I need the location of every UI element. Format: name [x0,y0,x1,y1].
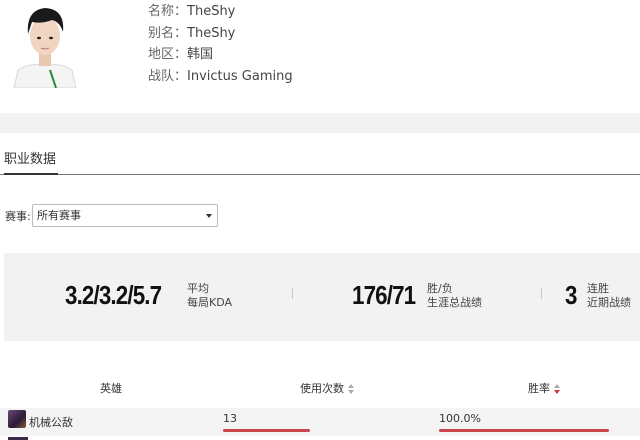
event-filter-label: 赛事: [5,210,31,223]
record-caption-2: 生涯总战绩 [427,296,482,309]
kda-caption-2: 每局KDA [187,296,233,309]
streak-caption-2: 近期战绩 [587,296,631,309]
kda-value: 3.2/3.2/5.7 [65,280,162,310]
profile-team-row: 战队：Invictus Gaming [148,68,293,90]
profile-name-row: 名称：TheShy [148,3,293,25]
profile-info: 名称：TheShy 别名：TheShy 地区：韩国 战队：Invictus Ga… [148,3,293,89]
profile-alias-row: 别名：TheShy [148,25,293,47]
streak-value: 3 [565,280,577,310]
uses-count: 13 [223,412,237,425]
winrate-bar [439,429,609,432]
champion-icon [8,410,26,428]
tab-active-indicator [4,173,58,175]
kda-caption-1: 平均 [187,282,209,295]
column-header-winrate[interactable]: 胜率 [528,380,561,396]
table-row[interactable]: 机械公敌 13 100.0% [0,408,640,436]
column-header-winrate-label: 胜率 [528,382,550,395]
profile-value: Invictus Gaming [187,68,293,84]
column-header-uses[interactable]: 使用次数 [300,380,355,396]
column-header-hero: 英雄 [100,382,122,395]
sort-desc-icon[interactable] [554,383,561,395]
uses-bar [223,429,310,432]
tab-rule [0,174,640,175]
profile-value: TheShy [187,25,236,41]
profile-value: 韩国 [187,47,214,62]
streak-caption-1: 连胜 [587,282,609,295]
event-filter-select[interactable]: 所有赛事 [32,204,218,227]
profile-label: 别名： [148,25,188,41]
chevron-down-icon [206,214,212,218]
player-avatar [10,0,80,88]
sort-icon[interactable] [348,383,355,395]
section-separator [0,113,640,133]
stats-panel: 3.2/3.2/5.7 平均 每局KDA 176/71 胜/负 生涯总战绩 3 … [4,253,640,341]
profile-value: TheShy [187,4,236,19]
stat-divider [541,288,542,299]
stat-divider [292,288,293,299]
record-value: 176/71 [352,280,416,310]
profile-label: 战队： [148,68,188,84]
profile-region-row: 地区：韩国 [148,46,293,68]
champion-name: 机械公敌 [29,416,73,429]
column-header-uses-label: 使用次数 [300,382,344,395]
tab-career-stats[interactable]: 职业数据 [4,148,56,167]
event-filter-value: 所有赛事 [37,209,81,222]
record-caption-1: 胜/负 [427,282,453,295]
winrate-value: 100.0% [439,412,481,425]
profile-label: 名称： [148,4,188,19]
profile-label: 地区： [148,47,188,62]
